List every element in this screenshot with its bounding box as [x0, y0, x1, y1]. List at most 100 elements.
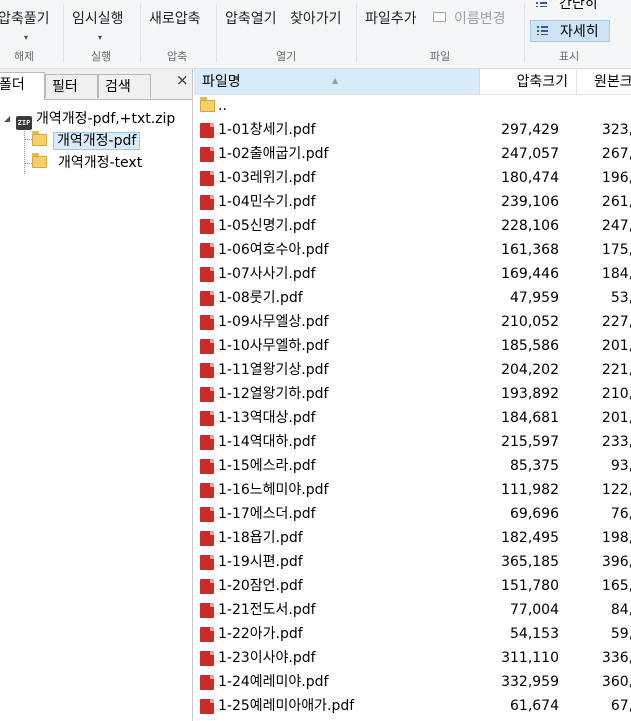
packed-size: 204,202 — [501, 362, 559, 378]
tab-search[interactable]: 검색 — [98, 74, 151, 98]
original-size: 323,1 — [601, 122, 631, 138]
temp-run-button[interactable]: 임시실행 — [72, 8, 124, 28]
file-row[interactable]: 1-22아가.pdf 54,153 59,9 — [194, 622, 631, 646]
original-size: 59,9 — [610, 626, 631, 642]
file-name: 1-17에스더.pdf — [218, 506, 316, 522]
pdf-file-icon — [200, 699, 214, 714]
file-name: 1-21전도서.pdf — [218, 602, 316, 618]
pdf-file-icon — [200, 339, 214, 354]
open-archive-button[interactable]: 압축열기 — [225, 8, 277, 28]
file-row[interactable]: 1-18욥기.pdf 182,495 198,2 — [194, 526, 631, 550]
group-separator — [63, 4, 64, 62]
original-size: 221,8 — [601, 362, 631, 378]
tree-item-label: 개역개정-pdf — [53, 132, 141, 150]
rename-label: 이름변경 — [454, 11, 506, 27]
file-row[interactable]: 1-10사무엘하.pdf 185,586 201,5 — [194, 334, 631, 358]
original-size: 267,8 — [601, 146, 631, 162]
file-row[interactable]: 1-25예레미아애가.pdf 61,674 67,9 — [194, 694, 631, 718]
file-row[interactable]: 1-07사사기.pdf 169,446 184,2 — [194, 262, 631, 286]
file-row[interactable]: 1-14역대하.pdf 215,597 233,4 — [194, 430, 631, 454]
pdf-file-icon — [200, 267, 214, 282]
pdf-file-icon — [200, 651, 214, 666]
original-size: 227,8 — [601, 314, 631, 330]
file-row[interactable]: 1-13역대상.pdf 184,681 201,7 — [194, 406, 631, 430]
column-header-filename[interactable]: ▲ 파일명 — [194, 69, 480, 94]
add-file-button[interactable]: 파일추가 — [365, 8, 417, 28]
original-size: 336,2 — [601, 650, 631, 666]
file-name: 1-05신명기.pdf — [218, 218, 316, 234]
extract-dropdown-caret-icon[interactable]: ▾ — [24, 33, 28, 42]
close-panel-icon[interactable]: × — [176, 71, 189, 89]
file-row[interactable]: 1-09사무엘상.pdf 210,052 227,8 — [194, 310, 631, 334]
pdf-file-icon — [200, 147, 214, 162]
file-row[interactable]: 1-21전도서.pdf 77,004 84,2 — [194, 598, 631, 622]
file-name: 1-02출애굽기.pdf — [218, 146, 329, 162]
file-row[interactable]: 1-23이사야.pdf 311,110 336,2 — [194, 646, 631, 670]
pdf-file-icon — [200, 243, 214, 258]
tab-folder[interactable]: 폴더 — [0, 72, 45, 100]
file-row[interactable]: 1-20잠언.pdf 151,780 165,1 — [194, 574, 631, 598]
pdf-file-icon — [200, 603, 214, 618]
file-row[interactable]: 1-19시편.pdf 365,185 396,2 — [194, 550, 631, 574]
file-name: 1-16느헤미야.pdf — [218, 482, 329, 498]
pdf-file-icon — [200, 291, 214, 306]
rename-icon — [433, 12, 446, 22]
file-row[interactable]: 1-03레위기.pdf 180,474 196,2 — [194, 166, 631, 190]
temp-run-dropdown-caret-icon[interactable]: ▾ — [98, 33, 102, 42]
packed-size: 193,892 — [501, 386, 559, 402]
sort-ascending-icon: ▲ — [332, 76, 339, 85]
file-row[interactable]: 1-15에스라.pdf 85,375 93,4 — [194, 454, 631, 478]
file-row[interactable]: 1-06여호수아.pdf 161,368 175,8 — [194, 238, 631, 262]
pdf-file-icon — [200, 219, 214, 234]
folder-icon — [200, 97, 215, 112]
column-header-label: 파일명 — [202, 74, 241, 90]
file-row[interactable]: 1-24예레미야.pdf 332,959 360,2 — [194, 670, 631, 694]
file-row[interactable]: 1-04민수기.pdf 239,106 261,0 — [194, 190, 631, 214]
file-row[interactable]: 1-05신명기.pdf 228,106 247,1 — [194, 214, 631, 238]
extract-button[interactable]: 압축풀기 — [0, 8, 50, 28]
file-row[interactable]: 1-08룻기.pdf 47,959 53,1 — [194, 286, 631, 310]
file-row[interactable]: 1-02출애굽기.pdf 247,057 267,8 — [194, 142, 631, 166]
parent-folder-row[interactable]: .. — [194, 94, 631, 118]
tree-item-pdf-folder[interactable]: 개역개정-pdf — [32, 131, 141, 151]
file-row[interactable]: 1-17에스더.pdf 69,696 76,4 — [194, 502, 631, 526]
detail-view-button[interactable]: 자세히 — [530, 20, 610, 42]
file-row[interactable]: 1-12열왕기하.pdf 193,892 210,3 — [194, 382, 631, 406]
find-button[interactable]: 찾아가기 — [290, 8, 342, 28]
file-name: 1-12열왕기하.pdf — [218, 386, 329, 402]
column-header-original-size[interactable]: 원본크 — [586, 69, 631, 94]
pdf-file-icon — [200, 435, 214, 450]
packed-size: 182,495 — [501, 530, 559, 546]
original-size: 53,1 — [610, 290, 631, 306]
file-row[interactable]: 1-01창세기.pdf 297,429 323,1 — [194, 118, 631, 142]
pdf-file-icon — [200, 363, 214, 378]
ribbon-toolbar: 압축풀기 ▾ 해제 임시실행 ▾ 실행 새로압축 압축 압축열기 찾아가기 열기… — [0, 0, 631, 69]
pdf-file-icon — [200, 387, 214, 402]
original-size: 198,2 — [601, 530, 631, 546]
group-separator — [524, 4, 525, 62]
collapse-triangle-icon[interactable]: ◢ — [4, 109, 10, 129]
file-row[interactable]: 1-16느헤미야.pdf 111,982 122,3 — [194, 478, 631, 502]
packed-size: 185,586 — [501, 338, 559, 354]
original-size: 175,8 — [601, 242, 631, 258]
column-header-packed-size[interactable]: 압축크기 — [481, 69, 577, 94]
tree-line — [24, 127, 25, 174]
tab-filter[interactable]: 필터 — [45, 74, 98, 98]
file-name: 1-08룻기.pdf — [218, 290, 303, 306]
packed-size: 47,959 — [510, 290, 559, 306]
file-row[interactable]: 1-11열왕기상.pdf 204,202 221,8 — [194, 358, 631, 382]
packed-size: 215,597 — [501, 434, 559, 450]
pdf-file-icon — [200, 531, 214, 546]
tree-item-text-folder[interactable]: 개역개정-text — [32, 153, 147, 173]
new-compress-button[interactable]: 새로압축 — [149, 8, 201, 28]
file-name: 1-19시편.pdf — [218, 554, 303, 570]
folder-icon — [32, 131, 47, 146]
detail-view-label: 자세히 — [560, 24, 599, 40]
simple-view-button[interactable]: 간단히 — [530, 0, 610, 15]
column-header-row: ▲ 파일명 압축크기 원본크 — [194, 69, 631, 95]
tree-root-label: 개역개정-pdf,+txt.zip — [36, 111, 176, 127]
packed-size: 239,106 — [501, 194, 559, 210]
file-name: 1-24예레미야.pdf — [218, 674, 329, 690]
file-name: 1-04민수기.pdf — [218, 194, 316, 210]
group-separator — [216, 4, 217, 62]
